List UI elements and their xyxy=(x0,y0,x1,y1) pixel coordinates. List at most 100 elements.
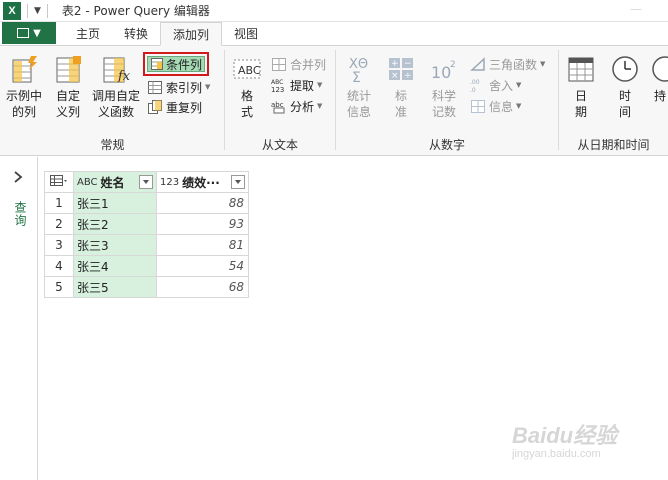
rounding-button[interactable]: .00.0 舍入 ▼ xyxy=(470,75,521,95)
column-header-score-label: 绩效··· xyxy=(182,175,220,190)
column-header-name[interactable]: ABC 姓名 xyxy=(73,171,157,193)
file-doc-icon xyxy=(17,28,30,38)
statistics-icon: XΘ Σ xyxy=(344,54,374,86)
tab-transform[interactable]: 转换 xyxy=(112,22,160,45)
custom-column-button[interactable]: 自定 义列 xyxy=(50,54,86,120)
title-separator-2 xyxy=(46,3,48,18)
svg-text:ABC: ABC xyxy=(271,79,283,86)
table-row[interactable]: 3 张三3 81 xyxy=(44,234,249,256)
conditional-column-highlight: 条件列 xyxy=(143,52,209,76)
tab-add-column[interactable]: 添加列 xyxy=(160,22,223,46)
cell-name[interactable]: 张三3 xyxy=(73,234,157,256)
merge-columns-icon xyxy=(271,56,287,72)
parse-dropdown-icon[interactable]: ▼ xyxy=(317,102,322,110)
duration-label: 持 xyxy=(653,89,666,103)
scientific-label: 科学 记数 xyxy=(431,89,456,119)
file-menu-button[interactable]: ▼ xyxy=(2,22,56,44)
group-from-number-label: 从数字 xyxy=(428,138,465,152)
duplicate-column-button[interactable]: 重复列 xyxy=(147,97,202,117)
svg-text:2: 2 xyxy=(450,60,456,70)
column-header-name-label: 姓名 xyxy=(100,175,125,190)
information-button[interactable]: 信息 ▼ xyxy=(470,96,521,116)
index-column-button[interactable]: 索引列 ▼ xyxy=(147,77,210,97)
statistics-label: 统计 信息 xyxy=(346,89,371,119)
svg-text:10: 10 xyxy=(431,63,451,82)
scientific-button[interactable]: 10 2 科学 记数 xyxy=(424,54,464,120)
index-column-icon xyxy=(147,79,163,95)
information-label: 信息 xyxy=(489,99,514,114)
extract-icon: ABC 123 xyxy=(271,77,287,94)
number-type-icon[interactable]: 123 xyxy=(160,177,179,188)
conditional-column-icon xyxy=(151,58,163,70)
date-label: 日 期 xyxy=(574,89,587,119)
excel-app-icon[interactable]: X xyxy=(3,1,21,20)
table-menu-cell[interactable] xyxy=(44,171,74,193)
cell-score[interactable]: 68 xyxy=(156,276,249,298)
format-button[interactable]: ABC 格 式 xyxy=(229,54,265,120)
group-from-datetime: 日 期 时 间 持 从日期和时间 xyxy=(559,46,668,156)
cell-name[interactable]: 张三4 xyxy=(73,255,157,277)
rounding-label: 舍入 xyxy=(489,78,514,93)
column-header-score[interactable]: 123 绩效··· xyxy=(156,171,249,193)
group-general: 示例中 的列 自定 义列 fx 调用自定 义函数 条件列 索引列 ▼ 重复列 常… xyxy=(0,46,225,156)
minimize-icon[interactable]: — xyxy=(630,3,642,16)
filter-dropdown-icon[interactable] xyxy=(231,175,245,189)
watermark-url: jingyan.baidu.com xyxy=(512,448,601,460)
parse-label: 分析 xyxy=(290,99,315,114)
quick-access-dropdown-icon[interactable]: ▼ xyxy=(34,6,41,16)
conditional-column-button[interactable]: 条件列 xyxy=(147,56,205,72)
tab-home[interactable]: 主页 xyxy=(64,22,112,45)
power-query-editor: X ▼ 表2 - Power Query 编辑器 — ▼ 主页 转换 添加列 视… xyxy=(0,0,668,480)
duplicate-column-label: 重复列 xyxy=(166,100,203,115)
table-row[interactable]: 2 张三2 93 xyxy=(44,213,249,235)
time-button[interactable]: 时 间 xyxy=(607,54,643,120)
index-column-label: 索引列 xyxy=(166,80,203,95)
filter-dropdown-icon[interactable] xyxy=(139,175,153,189)
group-from-text: ABC 格 式 合并列 ABC 123 提取 ▼ abc 分析 ▼ 从文本 xyxy=(225,46,335,156)
svg-text:.0: .0 xyxy=(470,87,476,93)
queries-pane-label[interactable]: 查询 xyxy=(12,201,29,227)
cell-name[interactable]: 张三2 xyxy=(73,213,157,235)
table-row[interactable]: 5 张三5 68 xyxy=(44,276,249,298)
expand-queries-chevron-icon[interactable] xyxy=(13,171,23,183)
conditional-column-label: 条件列 xyxy=(166,57,203,72)
invoke-custom-function-button[interactable]: fx 调用自定 义函数 xyxy=(89,54,143,120)
trigonometry-label: 三角函数 xyxy=(489,57,538,72)
queries-pane: 查询 xyxy=(0,157,38,480)
trigonometry-dropdown-icon[interactable]: ▼ xyxy=(540,60,545,68)
text-type-icon[interactable]: ABC xyxy=(77,177,98,188)
extract-button[interactable]: ABC 123 提取 ▼ xyxy=(271,75,322,95)
index-column-dropdown-icon[interactable]: ▼ xyxy=(205,83,210,91)
svg-text:fx: fx xyxy=(117,69,131,84)
tab-view[interactable]: 视图 xyxy=(222,22,270,45)
column-from-examples-label: 示例中 的列 xyxy=(5,89,42,119)
information-dropdown-icon[interactable]: ▼ xyxy=(516,102,521,110)
date-button[interactable]: 日 期 xyxy=(563,54,599,120)
duration-button[interactable]: 持 xyxy=(649,54,668,104)
rounding-dropdown-icon[interactable]: ▼ xyxy=(516,81,521,89)
cell-name[interactable]: 张三1 xyxy=(73,192,157,214)
parse-button[interactable]: abc 分析 ▼ xyxy=(271,96,322,116)
cell-score[interactable]: 54 xyxy=(156,255,249,277)
trigonometry-button[interactable]: 三角函数 ▼ xyxy=(470,54,545,74)
table-menu-icon[interactable] xyxy=(50,174,68,190)
column-from-examples-button[interactable]: 示例中 的列 xyxy=(4,54,44,120)
svg-text:−: − xyxy=(404,59,412,69)
extract-dropdown-icon[interactable]: ▼ xyxy=(317,81,322,89)
trigonometry-icon xyxy=(470,56,486,72)
table-row[interactable]: 1 张三1 88 xyxy=(44,192,249,214)
cell-score[interactable]: 93 xyxy=(156,213,249,235)
cell-name[interactable]: 张三5 xyxy=(73,276,157,298)
title-bar: X ▼ 表2 - Power Query 编辑器 — xyxy=(0,0,668,22)
cell-score[interactable]: 88 xyxy=(156,192,249,214)
format-label: 格 式 xyxy=(240,89,253,119)
time-label: 时 间 xyxy=(618,89,631,119)
cell-score[interactable]: 81 xyxy=(156,234,249,256)
svg-text:+: + xyxy=(391,59,399,69)
merge-columns-button[interactable]: 合并列 xyxy=(271,54,326,74)
row-index: 1 xyxy=(44,192,74,214)
group-general-label: 常规 xyxy=(100,138,125,152)
statistics-button[interactable]: XΘ Σ 统计 信息 xyxy=(340,54,378,120)
table-row[interactable]: 4 张三4 54 xyxy=(44,255,249,277)
standard-button[interactable]: + − × ÷ 标 准 xyxy=(384,54,418,120)
